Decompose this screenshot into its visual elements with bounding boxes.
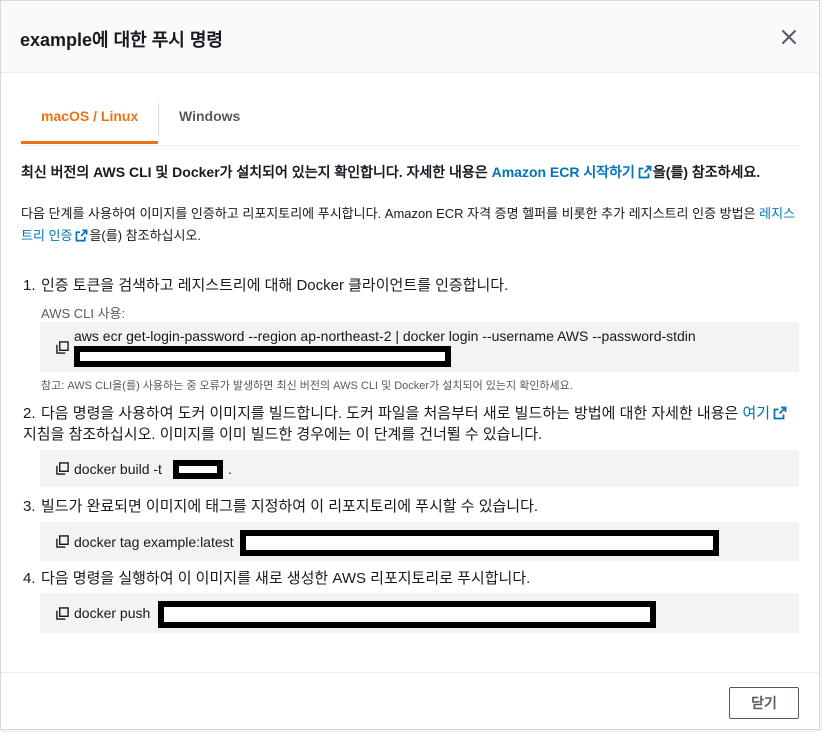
tab-label: macOS / Linux <box>41 108 139 124</box>
tab-label: Windows <box>179 108 241 124</box>
step-1: 1. 인증 토큰을 검색하고 레지스트리에 대해 Docker 클라이언트를 인증… <box>23 275 508 296</box>
step-2: 2. 다음 명령을 사용하여 도커 이미지를 빌드합니다. 도커 파일을 처음부터… <box>23 403 793 445</box>
intro-requirements: 최신 버전의 AWS CLI 및 Docker가 설치되어 있는지 확인합니다.… <box>21 161 799 183</box>
step-text: 다음 명령을 실행하여 이 이미지를 새로 생성한 AWS 리포지토리로 푸시합… <box>41 570 531 587</box>
redacted-region <box>158 601 656 628</box>
modal-header: example에 대한 푸시 명령 <box>1 1 819 73</box>
aws-cli-label: AWS CLI 사용: <box>41 306 126 321</box>
redacted-region <box>240 530 719 556</box>
copy-icon[interactable] <box>56 607 69 620</box>
intro-text: 을(를) 참조하십시오. <box>89 228 202 243</box>
command-text: docker push <box>74 605 151 621</box>
tab-macos-linux[interactable]: macOS / Linux <box>21 95 158 144</box>
step-number: 1. <box>23 277 36 294</box>
modal-title: example에 대한 푸시 명령 <box>20 30 223 50</box>
step-number: 3. <box>23 498 36 515</box>
step-text: 인증 토큰을 검색하고 레지스트리에 대해 Docker 클라이언트를 인증합니… <box>41 277 509 294</box>
intro-text: 을(를) 참조하세요. <box>652 164 761 180</box>
copy-icon[interactable] <box>56 462 69 475</box>
step-4: 4. 다음 명령을 실행하여 이 이미지를 새로 생성한 AWS 리포지토리로 푸… <box>23 568 530 589</box>
step-number: 4. <box>23 570 36 587</box>
step-number: 2. <box>23 405 36 422</box>
code-block-login: aws ecr get-login-password --region ap-n… <box>40 322 799 372</box>
command-text: docker tag example:latest <box>74 534 234 550</box>
step-text: 지침을 참조하십시오. 이미지를 이미 빌드한 경우에는 이 단계를 건너뛸 수… <box>23 426 543 443</box>
external-link-icon <box>638 165 652 179</box>
copy-icon[interactable] <box>56 341 69 354</box>
step-text: 빌드가 완료되면 이미지에 태그를 지정하여 이 리포지토리에 푸시할 수 있습… <box>41 498 539 515</box>
command-suffix: . <box>228 461 232 477</box>
code-block-build: docker build -t . <box>40 450 799 487</box>
external-link-icon <box>76 229 88 242</box>
command-text: aws ecr get-login-password --region ap-n… <box>74 328 696 344</box>
external-link-icon <box>773 406 787 420</box>
link-label: Amazon ECR 시작하기 <box>491 164 635 180</box>
step-note: 참고: AWS CLI을(를) 사용하는 중 오류가 발생하면 최신 버전의 A… <box>41 380 573 392</box>
step-text: 다음 명령을 사용하여 도커 이미지를 빌드합니다. 도커 파일을 처음부터 새… <box>41 405 743 422</box>
tab-windows[interactable]: Windows <box>179 95 240 144</box>
ecr-getting-started-link[interactable]: Amazon ECR 시작하기 <box>492 164 653 180</box>
step-3: 3. 빌드가 완료되면 이미지에 태그를 지정하여 이 리포지토리에 푸시할 수 … <box>23 496 538 517</box>
link-label: 여기 <box>742 405 771 422</box>
redacted-region <box>173 460 223 479</box>
intro-text: 최신 버전의 AWS CLI 및 Docker가 설치되어 있는지 확인합니다.… <box>21 164 492 180</box>
redacted-region <box>74 346 451 367</box>
intro-steps-description: 다음 단계를 사용하여 이미지를 인증하고 리포지토리에 푸시합니다. Amaz… <box>21 203 801 247</box>
intro-text: 다음 단계를 사용하여 이미지를 인증하고 리포지토리에 푸시합니다. Amaz… <box>21 206 760 221</box>
command-text: docker build -t <box>74 461 162 477</box>
close-button[interactable]: 닫기 <box>729 687 799 719</box>
close-icon[interactable] <box>779 27 799 47</box>
code-block-tag: docker tag example:latest <box>40 522 799 561</box>
copy-icon[interactable] <box>56 535 69 548</box>
tab-divider <box>158 103 159 135</box>
code-block-push: docker push <box>40 593 799 633</box>
os-tabs: macOS / Linux Windows <box>21 95 799 146</box>
dockerfile-guide-link[interactable]: 여기 <box>742 405 788 422</box>
push-commands-modal: example에 대한 푸시 명령 macOS / Linux Windows … <box>0 0 820 730</box>
modal-footer: 닫기 <box>1 672 819 729</box>
